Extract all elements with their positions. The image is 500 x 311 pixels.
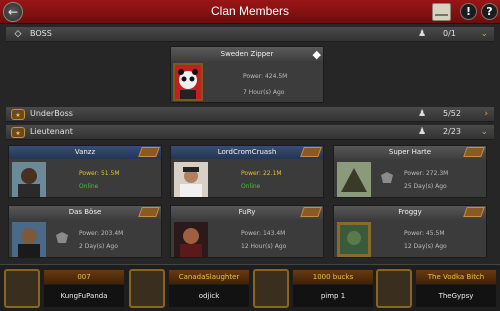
member-status: 2 Day(s) Ago — [79, 243, 118, 250]
members-icon: ♟ — [418, 29, 427, 39]
bottom-bar: 007 KungFuPanda CanadaSlaughter odjick 1… — [0, 264, 500, 311]
bottom-slot[interactable]: The Vodka Bitch TheGypsy — [376, 269, 498, 308]
member-power: Power: 45.5M — [404, 230, 445, 237]
section-lieutenant[interactable]: ★ Lieutenant ♟ 2/23 ⌄ — [6, 125, 494, 140]
member-power: Power: 203.4M — [79, 230, 124, 237]
member-power: Power: 272.3M — [404, 170, 449, 177]
slot-title: CanadaSlaughter — [169, 270, 249, 284]
member-power: Power: 143.4M — [241, 230, 286, 237]
members-icon: ♟ — [418, 127, 427, 137]
avatar — [12, 162, 46, 197]
rank-icon: ★ — [11, 109, 25, 120]
avatar — [173, 63, 203, 101]
section-count: 5/52 — [443, 109, 461, 118]
app: ← Clan Members ! ? ◇ BOSS ♟ 0/1 ⌄ Sweden… — [0, 0, 500, 311]
member-name: FuRy — [171, 206, 323, 219]
member-card[interactable]: Vanzz Power: 51.5M Online — [8, 145, 162, 198]
rank-badge-icon — [300, 207, 322, 217]
avatar — [337, 222, 371, 257]
info-icon[interactable]: ! — [460, 3, 477, 20]
member-power: Power: 22.1M — [241, 170, 282, 177]
avatar — [337, 162, 371, 197]
chevron-down-icon[interactable]: ⌄ — [480, 127, 488, 137]
section-underboss[interactable]: ★ UnderBoss ♟ 5/52 › — [6, 107, 494, 122]
member-name: Vanzz — [9, 146, 161, 159]
member-card[interactable]: Super Harte Power: 272.3M 25 Day(s) Ago — [333, 145, 487, 198]
member-status: 25 Day(s) Ago — [404, 183, 447, 190]
member-status: Online — [241, 183, 261, 190]
chevron-down-icon[interactable]: ⌄ — [480, 29, 488, 39]
rank-icon: ★ — [11, 127, 25, 138]
section-label: UnderBoss — [30, 109, 73, 118]
member-name: Das Böse — [9, 206, 161, 219]
rank-badge-icon — [138, 207, 160, 217]
member-status: Online — [79, 183, 99, 190]
bottom-slot[interactable]: 007 KungFuPanda — [4, 269, 126, 308]
bullets-icon — [253, 269, 289, 308]
member-name: Super Harte — [334, 146, 486, 159]
diamond-icon: ◆ — [312, 48, 321, 61]
member-name: Sweden Zipper — [171, 47, 323, 61]
member-name: LordCromCruash — [171, 146, 323, 159]
member-status: 12 Hour(s) Ago — [241, 243, 287, 250]
member-card[interactable]: Froggy Power: 45.5M 12 Day(s) Ago — [333, 205, 487, 258]
crest-icon — [56, 232, 68, 243]
member-name: Froggy — [334, 206, 486, 219]
section-label: Lieutenant — [30, 127, 73, 136]
rank-badge-icon — [463, 147, 485, 157]
slot-subtitle: pimp 1 — [293, 285, 373, 307]
rank-badge-icon — [300, 147, 322, 157]
chevron-right-icon[interactable]: › — [484, 109, 488, 119]
bottom-slot[interactable]: 1000 bucks pimp 1 — [253, 269, 375, 308]
section-label: BOSS — [30, 29, 52, 38]
member-card[interactable]: Das Böse Power: 203.4M 2 Day(s) Ago — [8, 205, 162, 258]
avatar — [12, 222, 46, 257]
crossed-guns-icon — [4, 269, 40, 308]
members-icon: ♟ — [418, 109, 427, 119]
member-last-seen: 7 Hour(s) Ago — [243, 89, 285, 96]
avatar — [174, 162, 208, 197]
member-power: Power: 51.5M — [79, 170, 120, 177]
cash-icon — [129, 269, 165, 308]
member-card[interactable]: LordCromCruash Power: 22.1M Online — [170, 145, 324, 198]
bottom-slot[interactable]: CanadaSlaughter odjick — [129, 269, 251, 308]
slot-title: The Vodka Bitch — [416, 270, 496, 284]
page-title: Clan Members — [210, 4, 290, 18]
header-bar: ← Clan Members ! ? — [0, 0, 500, 24]
rank-badge-icon — [138, 147, 160, 157]
member-card[interactable]: FuRy Power: 143.4M 12 Hour(s) Ago — [170, 205, 324, 258]
section-count: 0/1 — [443, 29, 456, 38]
rank-badge-icon — [463, 207, 485, 217]
diamond-icon: ◇ — [14, 29, 22, 39]
slot-subtitle: odjick — [169, 285, 249, 307]
help-icon[interactable]: ? — [481, 3, 498, 20]
slot-subtitle: TheGypsy — [416, 285, 496, 307]
section-boss[interactable]: ◇ BOSS ♟ 0/1 ⌄ — [6, 27, 494, 42]
member-status: 12 Day(s) Ago — [404, 243, 447, 250]
slot-title: 1000 bucks — [293, 270, 373, 284]
avatar — [174, 222, 208, 257]
boss-card[interactable]: Sweden Zipper ◆ Power: 424.5M 7 Hour(s) … — [170, 46, 324, 103]
section-count: 2/23 — [443, 127, 461, 136]
document-icon — [376, 269, 412, 308]
slot-title: 007 — [44, 270, 124, 284]
slot-subtitle: KungFuPanda — [44, 285, 124, 307]
mail-icon[interactable] — [432, 3, 451, 21]
crest-icon — [381, 172, 393, 183]
member-power: Power: 424.5M — [243, 73, 288, 80]
